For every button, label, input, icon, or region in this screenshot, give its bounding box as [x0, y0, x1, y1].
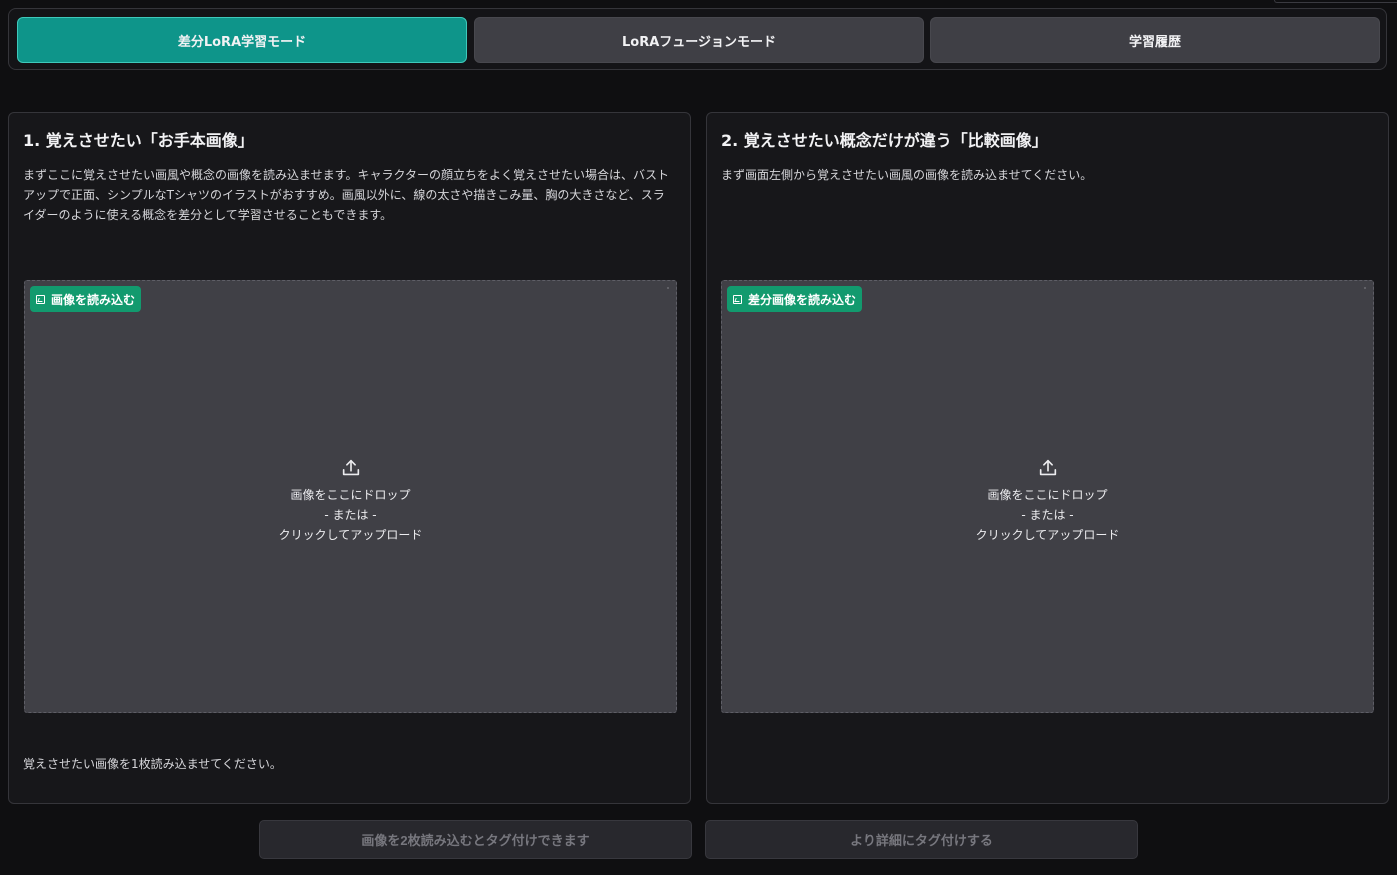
- app-root: 差分LoRA学習モード LoRAフュージョンモード 学習履歴 1. 覚えさせたい…: [0, 0, 1397, 875]
- tab-lora-fusion[interactable]: LoRAフュージョンモード: [474, 17, 924, 63]
- drop-text-line1: 画像をここにドロップ: [290, 488, 411, 502]
- upload-icon: [342, 459, 359, 476]
- comparison-image-dropzone[interactable]: 差分画像を読み込む 画像をここにドロップ - または - クリックしてアップロー…: [721, 280, 1374, 713]
- upload-icon: [1039, 459, 1056, 476]
- drop-text-line2: - または -: [324, 508, 377, 522]
- panel-description: まずここに覚えさせたい画風や概念の画像を読み込ませます。キャラクターの顔立ちをよ…: [23, 168, 669, 222]
- drop-text-line2: - または -: [1021, 508, 1074, 522]
- drop-instructions: 画像をここにドロップ - または - クリックしてアップロード: [25, 457, 676, 545]
- tag-images-button[interactable]: 画像を2枚読み込むとタグ付けできます: [259, 820, 692, 859]
- tab-training-history[interactable]: 学習履歴: [930, 17, 1380, 63]
- panel-title: 2. 覚えさせたい概念だけが違う「比較画像」: [721, 131, 1048, 150]
- mode-tab-bar: 差分LoRA学習モード LoRAフュージョンモード 学習履歴: [8, 8, 1387, 70]
- reference-image-panel: 1. 覚えさせたい「お手本画像」 まずここに覚えさせたい画風や概念の画像を読み込…: [8, 112, 691, 804]
- drop-text-line3: クリックしてアップロード: [975, 528, 1120, 542]
- image-icon: [733, 294, 742, 304]
- panel-title: 1. 覚えさせたい「お手本画像」: [23, 131, 254, 150]
- reference-image-dropzone[interactable]: 画像を読み込む 画像をここにドロップ - または - クリックしてアップロード: [24, 280, 677, 713]
- upload-badge-label: 差分画像を読み込む: [748, 292, 857, 307]
- top-right-corner-element: [1274, 0, 1397, 3]
- upload-badge: 差分画像を読み込む: [727, 286, 863, 312]
- upload-hint: 覚えさせたい画像を1枚読み込ませてください。: [23, 757, 282, 771]
- drop-instructions: 画像をここにドロップ - または - クリックしてアップロード: [722, 457, 1373, 545]
- dropzone-corner-mark: [1364, 287, 1366, 289]
- dropzone-corner-mark: [667, 287, 669, 289]
- upload-badge: 画像を読み込む: [30, 286, 142, 312]
- image-icon: [36, 294, 45, 304]
- drop-text-line3: クリックしてアップロード: [278, 528, 423, 542]
- upload-badge-label: 画像を読み込む: [51, 292, 136, 307]
- panel-description: まず画面左側から覚えさせたい画風の画像を読み込ませてください。: [721, 168, 1093, 182]
- drop-text-line1: 画像をここにドロップ: [987, 488, 1108, 502]
- detailed-tagging-button[interactable]: より詳細にタグ付けする: [705, 820, 1138, 859]
- tab-diff-lora-training[interactable]: 差分LoRA学習モード: [17, 17, 467, 63]
- comparison-image-panel: 2. 覚えさせたい概念だけが違う「比較画像」 まず画面左側から覚えさせたい画風の…: [706, 112, 1389, 804]
